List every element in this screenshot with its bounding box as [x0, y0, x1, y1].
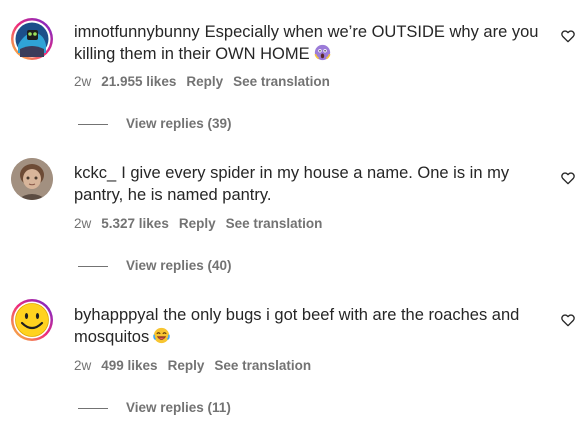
like-heart-icon[interactable] — [560, 170, 576, 186]
reply-button[interactable]: Reply — [179, 216, 216, 231]
like-heart-icon[interactable] — [560, 312, 576, 328]
avatar[interactable] — [11, 158, 53, 200]
comment-meta: 2w 5.327 likes Reply See translation — [74, 216, 332, 231]
replies-divider — [78, 123, 108, 125]
reply-button[interactable]: Reply — [186, 74, 223, 89]
comment-username[interactable]: imnotfunnybunny — [74, 23, 200, 41]
replies-divider — [78, 407, 108, 409]
view-replies-button[interactable]: View replies (39) — [78, 116, 232, 131]
comment-username[interactable]: byhapppyal — [74, 306, 158, 324]
comment-likes[interactable]: 499 likes — [101, 358, 157, 373]
comment-item: kckc_ I give every spider in my house a n… — [0, 142, 586, 284]
view-replies-label: View replies (40) — [126, 258, 232, 273]
comment-time: 2w — [74, 216, 92, 231]
avatar[interactable] — [10, 298, 54, 342]
comment-meta: 2w 21.955 likes Reply See translation — [74, 74, 340, 89]
comment-likes[interactable]: 5.327 likes — [101, 216, 169, 231]
comment-text: byhapppyal the only bugs i got beef with … — [74, 304, 552, 348]
comment-item: imnotfunnybunny Especially when we’re OUT… — [0, 0, 586, 142]
comment-likes[interactable]: 21.955 likes — [101, 74, 176, 89]
see-translation-button[interactable]: See translation — [214, 358, 311, 373]
view-replies-label: View replies (39) — [126, 116, 232, 131]
replies-divider — [78, 265, 108, 267]
comment-meta: 2w 499 likes Reply See translation — [74, 358, 321, 373]
avatar[interactable] — [10, 17, 54, 61]
comment-username[interactable]: kckc_ — [74, 164, 116, 182]
comment-text: imnotfunnybunny Especially when we’re OUT… — [74, 21, 552, 65]
see-translation-button[interactable]: See translation — [233, 74, 330, 89]
see-translation-button[interactable]: See translation — [226, 216, 323, 231]
laughing-emoji-icon — [153, 327, 170, 344]
view-replies-button[interactable]: View replies (11) — [78, 400, 231, 415]
view-replies-button[interactable]: View replies (40) — [78, 258, 232, 273]
comment-time: 2w — [74, 358, 92, 373]
comment-text: kckc_ I give every spider in my house a n… — [74, 162, 552, 206]
view-replies-label: View replies (11) — [126, 400, 231, 415]
comment-body: I give every spider in my house a name. … — [74, 164, 510, 204]
like-heart-icon[interactable] — [560, 28, 576, 44]
scream-emoji-icon — [314, 44, 331, 61]
reply-button[interactable]: Reply — [168, 358, 205, 373]
comment-item: byhapppyal the only bugs i got beef with … — [0, 284, 586, 424]
comment-time: 2w — [74, 74, 92, 89]
